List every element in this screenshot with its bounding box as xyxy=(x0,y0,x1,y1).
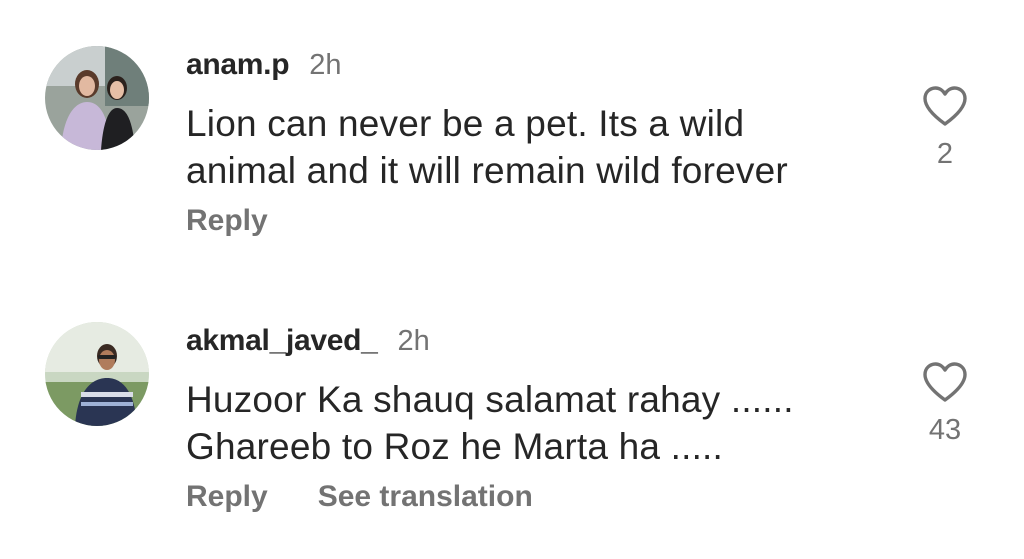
see-translation-button[interactable]: See translation xyxy=(318,480,533,514)
username[interactable]: anam.p xyxy=(186,48,290,82)
heart-outline-icon[interactable] xyxy=(921,84,969,128)
comment-meta: akmal_javed_ 2h xyxy=(186,324,430,364)
reply-button[interactable]: Reply xyxy=(186,204,268,238)
like-control: 2 xyxy=(915,84,975,171)
comment-line: Huzoor Ka shauq salamat rahay ...... xyxy=(186,379,794,420)
avatar[interactable] xyxy=(45,322,149,426)
reply-button[interactable]: Reply xyxy=(186,480,268,514)
heart-outline-icon[interactable] xyxy=(921,360,969,404)
comment-text: Lion can never be a pet. Its a wild anim… xyxy=(186,100,886,194)
comment-meta: anam.p 2h xyxy=(186,48,342,88)
timestamp: 2h xyxy=(309,49,342,81)
comment-actions: Reply See translation xyxy=(186,480,583,514)
timestamp: 2h xyxy=(397,325,430,357)
avatar[interactable] xyxy=(45,46,149,150)
comment-line: Lion can never be a pet. Its a wild xyxy=(186,103,745,144)
avatar-image xyxy=(45,46,149,150)
like-control: 43 xyxy=(915,360,975,447)
comment-line: Ghareeb to Roz he Marta ha ..... xyxy=(186,426,724,467)
comment-line: animal and it will remain wild forever xyxy=(186,150,788,191)
avatar-image xyxy=(45,322,149,426)
comment-text: Huzoor Ka shauq salamat rahay ...... Gha… xyxy=(186,376,886,470)
comments-list: anam.p 2h Lion can never be a pet. Its a… xyxy=(0,0,1024,559)
like-count: 43 xyxy=(928,414,962,446)
comment-actions: Reply xyxy=(186,204,318,238)
username[interactable]: akmal_javed_ xyxy=(186,324,378,358)
like-count: 2 xyxy=(936,138,954,170)
